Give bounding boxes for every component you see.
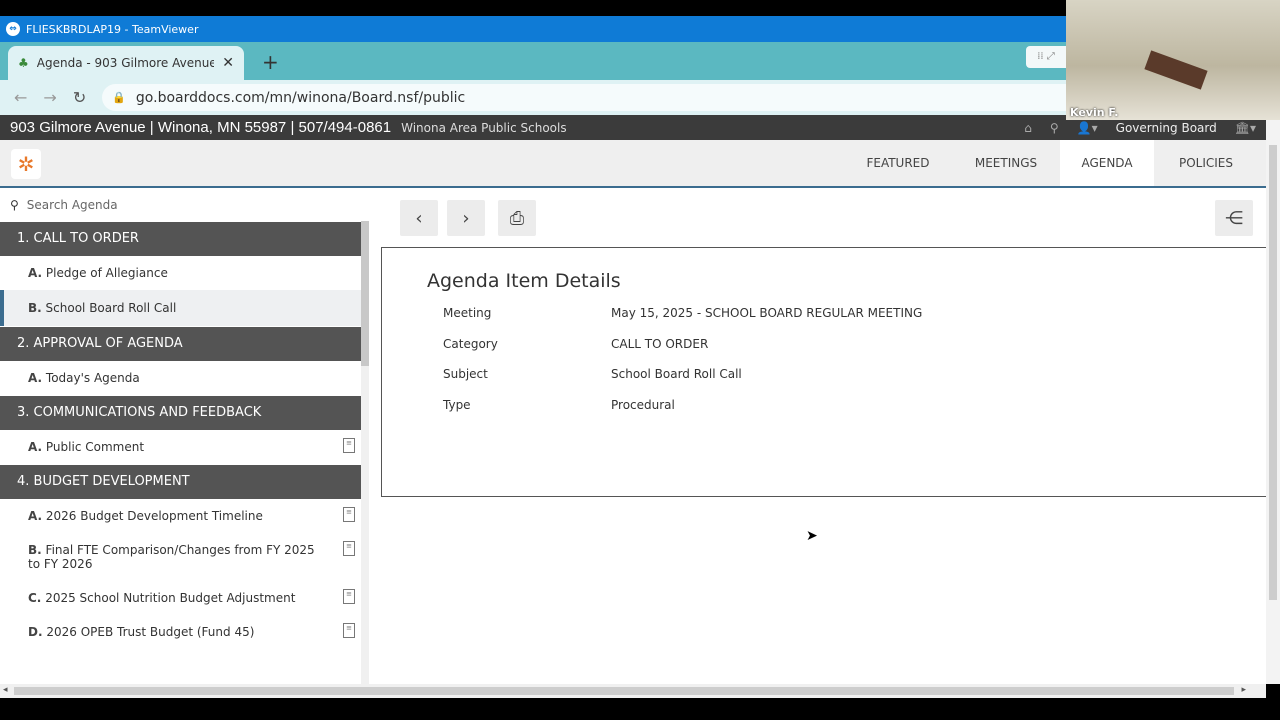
detail-value: Procedural [611, 398, 675, 412]
section-header[interactable]: 3. COMMUNICATIONS AND FEEDBACK [0, 396, 361, 430]
document-icon[interactable]: ≡ [343, 623, 355, 638]
agenda-item[interactable]: A. 2026 Budget Development Timeline ≡ [0, 499, 361, 533]
item-label: Today's Agenda [45, 371, 140, 385]
tree-favicon-icon: ♣ [18, 56, 29, 70]
district-logo[interactable]: ✲ [11, 149, 41, 179]
horizontal-scrollbar[interactable]: ◂ ▸ [0, 684, 1266, 698]
agenda-item[interactable]: A. Pledge of Allegiance [0, 256, 361, 290]
section-header[interactable]: 2. APPROVAL OF AGENDA [0, 327, 361, 361]
forward-icon[interactable]: → [43, 88, 56, 107]
item-letter: A. [28, 509, 43, 523]
agenda-item[interactable]: C. 2025 School Nutrition Budget Adjustme… [0, 581, 361, 615]
item-label: 2026 OPEB Trust Budget (Fund 45) [46, 625, 255, 639]
agenda-item[interactable]: D. 2026 OPEB Trust Budget (Fund 45) ≡ [0, 615, 361, 649]
detail-label: Subject [443, 367, 488, 381]
lock-icon: 🔒 [112, 91, 126, 104]
governing-board-selector[interactable]: Governing Board [1116, 121, 1217, 135]
browser-tab[interactable]: ♣ Agenda - 903 Gilmore Avenue | W ✕ [8, 46, 244, 80]
agenda-item-selected[interactable]: B. School Board Roll Call [0, 290, 361, 326]
section-header[interactable]: 1. CALL TO ORDER [0, 222, 361, 256]
chevron-left-icon: ‹ [415, 207, 423, 229]
meeting-room-image [1144, 50, 1208, 90]
main-content: ‹ › ⎙ ⋲ Agenda Item Details Meeting May 1… [370, 188, 1266, 684]
item-letter: D. [28, 625, 43, 639]
item-label: Pledge of Allegiance [45, 266, 168, 280]
item-letter: C. [28, 591, 42, 605]
sidebar-scrollbar[interactable] [361, 221, 369, 684]
item-letter: B. [28, 543, 42, 557]
previous-item-button[interactable]: ‹ [400, 200, 438, 236]
detail-label: Category [443, 337, 498, 351]
nav-policies[interactable]: POLICIES [1160, 140, 1252, 186]
item-label: 2025 School Nutrition Budget Adjustment [45, 591, 296, 605]
page-scrollbar[interactable] [1266, 115, 1280, 684]
url-text: go.boarddocs.com/mn/winona/Board.nsf/pub… [135, 89, 466, 106]
new-tab-button[interactable]: + [262, 50, 279, 74]
document-icon[interactable]: ≡ [343, 589, 355, 604]
close-tab-icon[interactable]: ✕ [222, 55, 234, 71]
print-icon: ⎙ [509, 207, 525, 229]
document-icon[interactable]: ≡ [343, 507, 355, 522]
scroll-right-icon[interactable]: ▸ [1241, 685, 1246, 695]
nav-meetings[interactable]: MEETINGS [960, 140, 1052, 186]
print-button[interactable]: ⎙ [498, 200, 536, 236]
item-letter: A. [28, 440, 43, 454]
item-label: Public Comment [45, 440, 145, 454]
teamviewer-icon: ⇔ [6, 22, 20, 36]
main-nav: ✲ FEATURED MEETINGS AGENDA POLICIES [0, 140, 1266, 188]
detail-label: Meeting [443, 306, 492, 320]
tab-title: Agenda - 903 Gilmore Avenue | W [36, 56, 215, 70]
window-title: FLIESKBRDLAP19 - TeamViewer [26, 22, 199, 36]
item-letter: A. [28, 371, 43, 385]
section-header[interactable]: 4. BUDGET DEVELOPMENT [0, 465, 361, 499]
next-item-button[interactable]: › [447, 200, 485, 236]
video-overlay[interactable]: Kevin F. [1066, 0, 1280, 120]
search-placeholder: Search Agenda [26, 197, 118, 212]
item-letter: A. [28, 266, 43, 280]
scroll-left-icon[interactable]: ◂ [3, 685, 8, 695]
nav-agenda[interactable]: AGENDA [1060, 140, 1154, 186]
district-address: 903 Gilmore Avenue | Winona, MN 55987 | … [10, 119, 392, 136]
document-icon[interactable]: ≡ [343, 541, 355, 556]
share-button[interactable]: ⋲ [1215, 200, 1253, 236]
teamviewer-view-controls[interactable]: ⁞⁞ ⤢ [1026, 46, 1066, 68]
detail-row-subject: Subject School Board Roll Call [443, 367, 742, 381]
home-icon[interactable]: ⌂ [1024, 121, 1032, 135]
search-icon[interactable]: ⚲ [1050, 121, 1059, 135]
details-heading: Agenda Item Details [427, 270, 621, 292]
user-icon[interactable]: 👤▾ [1077, 121, 1098, 135]
share-icon: ⋲ [1225, 207, 1243, 229]
institution-icon[interactable]: 🏛▾ [1235, 121, 1256, 135]
agenda-sidebar: ⚲ Search Agenda 1. CALL TO ORDER A. Pledg… [0, 188, 370, 684]
nav-featured[interactable]: FEATURED [852, 140, 944, 186]
agenda-item[interactable]: A. Today's Agenda [0, 361, 361, 395]
agenda-item-details: Agenda Item Details Meeting May 15, 2025 … [381, 247, 1266, 497]
detail-value: CALL TO ORDER [611, 337, 709, 351]
detail-value: May 15, 2025 - SCHOOL BOARD REGULAR MEET… [611, 306, 923, 320]
agenda-item[interactable]: B. Final FTE Comparison/Changes from FY … [0, 533, 361, 581]
item-label: 2026 Budget Development Timeline [45, 509, 263, 523]
detail-row-type: Type Procedural [443, 398, 675, 412]
detail-row-meeting: Meeting May 15, 2025 - SCHOOL BOARD REGUL… [443, 306, 922, 320]
item-letter: B. [28, 301, 42, 315]
participant-name: Kevin F. [1070, 106, 1119, 119]
chevron-right-icon: › [462, 207, 470, 229]
reload-icon[interactable]: ↻ [73, 88, 86, 107]
search-agenda-input[interactable]: ⚲ Search Agenda [0, 188, 370, 221]
item-label: School Board Roll Call [45, 301, 177, 315]
search-icon: ⚲ [10, 197, 19, 212]
detail-value: School Board Roll Call [611, 367, 742, 381]
back-icon[interactable]: ← [14, 88, 27, 107]
district-name: Winona Area Public Schools [401, 120, 567, 135]
detail-row-category: Category CALL TO ORDER [443, 337, 708, 351]
detail-label: Type [443, 398, 471, 412]
agenda-item[interactable]: A. Public Comment ≡ [0, 430, 361, 464]
item-label: Final FTE Comparison/Changes from FY 202… [28, 543, 315, 571]
document-icon[interactable]: ≡ [343, 438, 355, 453]
